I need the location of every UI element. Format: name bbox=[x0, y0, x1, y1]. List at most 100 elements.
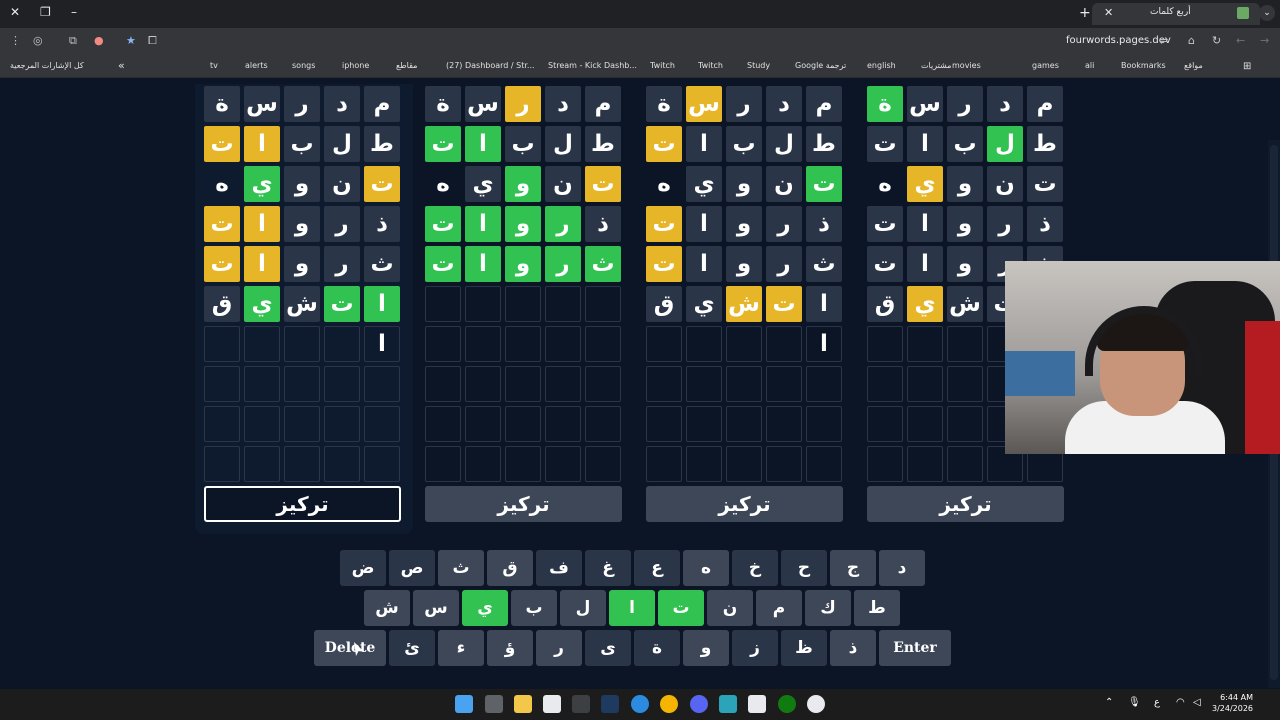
file-explorer-icon[interactable] bbox=[514, 695, 532, 713]
bookmark-item[interactable]: Twitch bbox=[650, 61, 675, 70]
restore-window-icon[interactable]: ❐ bbox=[40, 5, 51, 19]
edge-icon[interactable] bbox=[631, 695, 649, 713]
keyboard-key[interactable]: ؤ bbox=[487, 630, 533, 666]
bookmarks-overflow-icon[interactable]: « bbox=[118, 59, 125, 72]
store-icon[interactable] bbox=[543, 695, 561, 713]
focus-button-board-1[interactable]: تركيز bbox=[204, 486, 401, 522]
keyboard-key[interactable]: ل bbox=[560, 590, 606, 626]
keyboard-key[interactable]: م bbox=[756, 590, 802, 626]
board-2[interactable]: ةسردمتابلطهيونتتاورذتاورث bbox=[425, 86, 625, 486]
app-icon-3[interactable] bbox=[807, 695, 825, 713]
keyboard-key[interactable]: ز bbox=[732, 630, 778, 666]
keyboard-key[interactable]: غ bbox=[585, 550, 631, 586]
tray-chevron-icon[interactable]: ⌃ bbox=[1105, 697, 1113, 708]
bookmark-item[interactable]: مواقع bbox=[1184, 61, 1203, 70]
keyboard-key[interactable]: و bbox=[683, 630, 729, 666]
keyboard-key[interactable]: ك bbox=[805, 590, 851, 626]
steam-icon[interactable] bbox=[601, 695, 619, 713]
focus-button-board-2[interactable]: تركيز bbox=[425, 486, 622, 522]
bookmark-item[interactable]: ali bbox=[1085, 61, 1094, 70]
keyboard-key[interactable]: ر bbox=[536, 630, 582, 666]
reload-icon[interactable]: ↻ bbox=[1212, 34, 1221, 47]
language-indicator[interactable]: ع bbox=[1154, 697, 1160, 708]
bookmark-item[interactable]: games bbox=[1032, 61, 1059, 70]
keyboard-key[interactable]: ي bbox=[462, 590, 508, 626]
keyboard-key[interactable]: ش bbox=[364, 590, 410, 626]
back-icon[interactable]: → bbox=[1260, 34, 1269, 47]
board-3[interactable]: ةسردمتابلطهيونتتاورذتاورثقيشتاا bbox=[646, 86, 846, 486]
keyboard-key[interactable]: ء bbox=[438, 630, 484, 666]
tab-close-icon[interactable]: ✕ bbox=[1104, 6, 1113, 19]
bookmark-item[interactable]: movies bbox=[952, 61, 981, 70]
app-icon-2[interactable] bbox=[748, 695, 766, 713]
terminal-icon[interactable] bbox=[572, 695, 590, 713]
keyboard-key[interactable]: ه bbox=[683, 550, 729, 586]
bookmark-item[interactable]: english bbox=[867, 61, 896, 70]
keyboard-key[interactable]: ف bbox=[536, 550, 582, 586]
board-1[interactable]: ةسردمتابلطهيونتتاورذتاورثقيشتاا bbox=[204, 86, 404, 486]
bookmark-item[interactable]: Google ترجمة bbox=[795, 61, 846, 70]
chrome-icon[interactable] bbox=[660, 695, 678, 713]
tab-search-icon[interactable]: ⌄ bbox=[1259, 5, 1275, 21]
bookmark-item[interactable]: Bookmarks bbox=[1121, 61, 1166, 70]
bookmark-item[interactable]: iphone bbox=[342, 61, 369, 70]
keyboard-key[interactable]: ع bbox=[634, 550, 680, 586]
bookmark-item[interactable]: Study bbox=[747, 61, 770, 70]
bookmark-item[interactable]: مقاطع bbox=[396, 61, 417, 70]
keyboard-key[interactable]: ن bbox=[707, 590, 753, 626]
volume-icon[interactable]: ◁ bbox=[1193, 697, 1201, 708]
keyboard-key[interactable]: ة bbox=[634, 630, 680, 666]
bookmark-item[interactable]: Stream - Kick Dashb... bbox=[548, 61, 637, 70]
keyboard-key[interactable]: ا bbox=[609, 590, 655, 626]
discord-icon[interactable] bbox=[690, 695, 708, 713]
delete-key[interactable]: Delete bbox=[314, 630, 386, 666]
keyboard-key[interactable]: ح bbox=[781, 550, 827, 586]
clock[interactable]: 6:44 AM 3/24/2026 bbox=[1212, 692, 1253, 714]
extensions-icon[interactable]: ⧉ bbox=[69, 34, 77, 48]
keyboard-key[interactable]: ئ bbox=[389, 630, 435, 666]
microphone-icon[interactable]: 🎙 bbox=[1128, 697, 1141, 708]
bookmark-item[interactable]: كل الإشارات المرجعية bbox=[10, 61, 84, 70]
keyboard-key[interactable]: ت bbox=[658, 590, 704, 626]
keyboard-key[interactable]: ذ bbox=[830, 630, 876, 666]
bookmark-star-icon[interactable]: ★ bbox=[126, 34, 136, 47]
extension-icon[interactable]: ● bbox=[94, 34, 104, 47]
keyboard-key[interactable]: ط bbox=[854, 590, 900, 626]
url-field[interactable]: fourwords.pages.dev bbox=[1066, 35, 1171, 46]
close-window-icon[interactable]: ✕ bbox=[10, 5, 20, 19]
bookmark-item[interactable]: alerts bbox=[245, 61, 268, 70]
menu-dots-icon[interactable]: ⋮ bbox=[10, 34, 21, 47]
keyboard-key[interactable]: خ bbox=[732, 550, 778, 586]
start-icon[interactable] bbox=[455, 695, 473, 713]
keyboard-key[interactable]: ث bbox=[438, 550, 484, 586]
app-icon[interactable] bbox=[719, 695, 737, 713]
bookmark-item[interactable]: songs bbox=[292, 61, 315, 70]
keyboard-key[interactable]: ق bbox=[487, 550, 533, 586]
wifi-icon[interactable]: ◠ bbox=[1176, 697, 1185, 708]
task-view-icon[interactable] bbox=[485, 695, 503, 713]
home-icon[interactable]: ⌂ bbox=[1188, 34, 1195, 47]
forward-icon[interactable]: ← bbox=[1236, 34, 1245, 47]
apps-grid-icon[interactable]: ⊞ bbox=[1243, 61, 1251, 72]
keyboard-key[interactable]: د bbox=[879, 550, 925, 586]
bookmark-item[interactable]: (27) Dashboard / Str... bbox=[446, 61, 535, 70]
keyboard-key[interactable]: ج bbox=[830, 550, 876, 586]
new-tab-icon[interactable]: + bbox=[1079, 5, 1091, 21]
keyboard-key[interactable]: ى bbox=[585, 630, 631, 666]
keyboard-key[interactable]: س bbox=[413, 590, 459, 626]
profile-icon[interactable]: ◎ bbox=[33, 34, 43, 47]
bookmark-item[interactable]: مشتريات bbox=[921, 61, 951, 70]
focus-button-board-3[interactable]: تركيز bbox=[646, 486, 843, 522]
share-icon[interactable]: ⧠ bbox=[148, 34, 157, 48]
enter-key[interactable]: Enter bbox=[879, 630, 951, 666]
keyboard-key[interactable]: ظ bbox=[781, 630, 827, 666]
keyboard-key[interactable]: ب bbox=[511, 590, 557, 626]
focus-button-board-4[interactable]: تركيز bbox=[867, 486, 1064, 522]
bookmark-item[interactable]: tv bbox=[210, 61, 218, 70]
bookmark-item[interactable]: Twitch bbox=[698, 61, 723, 70]
keyboard-key[interactable]: ص bbox=[389, 550, 435, 586]
site-settings-icon[interactable]: ⇌ bbox=[1159, 34, 1168, 47]
minimize-window-icon[interactable]: – bbox=[71, 5, 77, 19]
keyboard-key[interactable]: ض bbox=[340, 550, 386, 586]
xbox-icon[interactable] bbox=[778, 695, 796, 713]
